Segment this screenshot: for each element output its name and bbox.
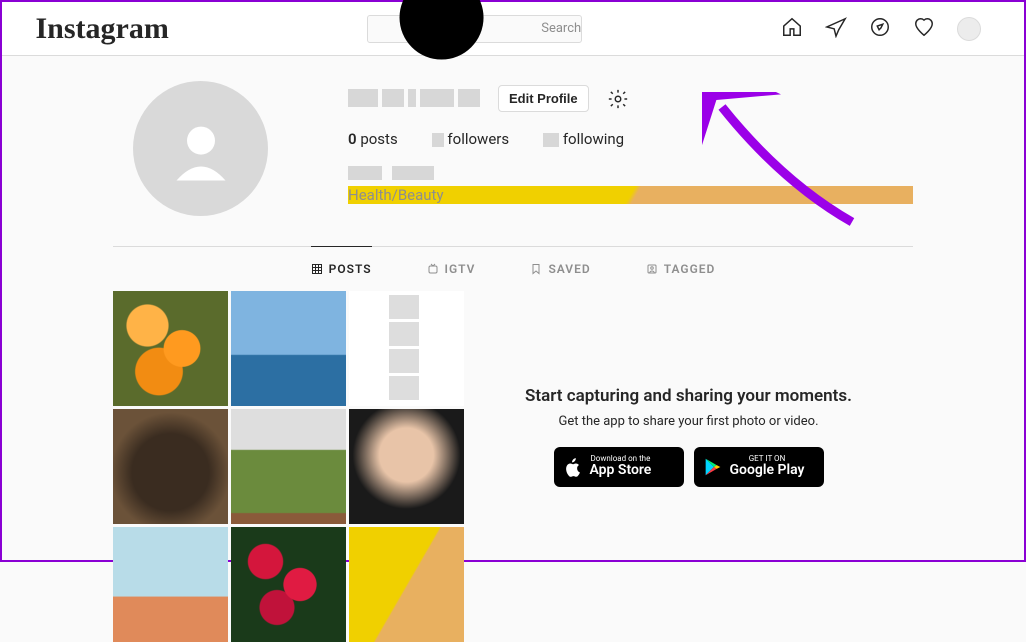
grid-icon xyxy=(311,263,323,275)
saved-icon xyxy=(530,263,542,275)
home-icon[interactable] xyxy=(781,16,803,42)
promo-sub: Get the app to share your first photo or… xyxy=(558,414,818,429)
sample-post xyxy=(231,291,346,406)
tab-igtv[interactable]: IGTV xyxy=(427,246,476,291)
tab-saved[interactable]: SAVED xyxy=(530,246,590,291)
stat-posts: 0 posts xyxy=(348,130,398,148)
profile-main: Edit Profile 0 posts followers following… xyxy=(113,56,913,642)
google-play-button[interactable]: GET IT ONGoogle Play xyxy=(694,447,824,487)
sample-post xyxy=(231,409,346,524)
get-app-promo: Start capturing and sharing your moments… xyxy=(464,291,913,642)
sample-post xyxy=(113,409,228,524)
explore-icon[interactable] xyxy=(869,16,891,42)
profile-avatar-small[interactable] xyxy=(957,17,981,41)
activity-icon[interactable] xyxy=(913,16,935,42)
username-redacted xyxy=(348,89,480,109)
profile-avatar-large[interactable] xyxy=(133,81,268,216)
edit-profile-button[interactable]: Edit Profile xyxy=(498,85,589,112)
avatar-placeholder-icon xyxy=(166,114,236,184)
tab-posts[interactable]: POSTS xyxy=(311,246,372,291)
profile-category: Health/Beauty xyxy=(348,186,913,204)
search-placeholder: Search xyxy=(541,21,581,36)
messages-icon[interactable] xyxy=(825,16,847,42)
promo-headline: Start capturing and sharing your moments… xyxy=(525,386,852,406)
display-name-redacted xyxy=(348,166,913,180)
tab-tagged[interactable]: TAGGED xyxy=(646,246,716,291)
igtv-icon xyxy=(427,263,439,275)
google-play-icon xyxy=(702,456,724,478)
profile-stats: 0 posts followers following xyxy=(348,130,913,148)
sample-post xyxy=(113,527,228,642)
sample-post xyxy=(231,527,346,642)
stat-following[interactable]: following xyxy=(543,130,624,148)
sample-post xyxy=(113,291,228,406)
sample-post xyxy=(349,291,464,406)
sample-post xyxy=(349,409,464,524)
sample-posts-grid xyxy=(113,291,464,642)
top-nav: Instagram Search xyxy=(2,2,1024,56)
profile-tabs: POSTS IGTV SAVED TAGGED xyxy=(113,246,913,291)
apple-icon xyxy=(562,456,584,478)
instagram-logo[interactable]: Instagram xyxy=(36,12,169,46)
settings-gear-icon[interactable] xyxy=(607,88,629,110)
sample-post xyxy=(349,527,464,642)
tagged-icon xyxy=(646,263,658,275)
search-input[interactable]: Search xyxy=(367,15,582,43)
stat-followers[interactable]: followers xyxy=(432,130,509,148)
app-store-button[interactable]: Download on theApp Store xyxy=(554,447,684,487)
